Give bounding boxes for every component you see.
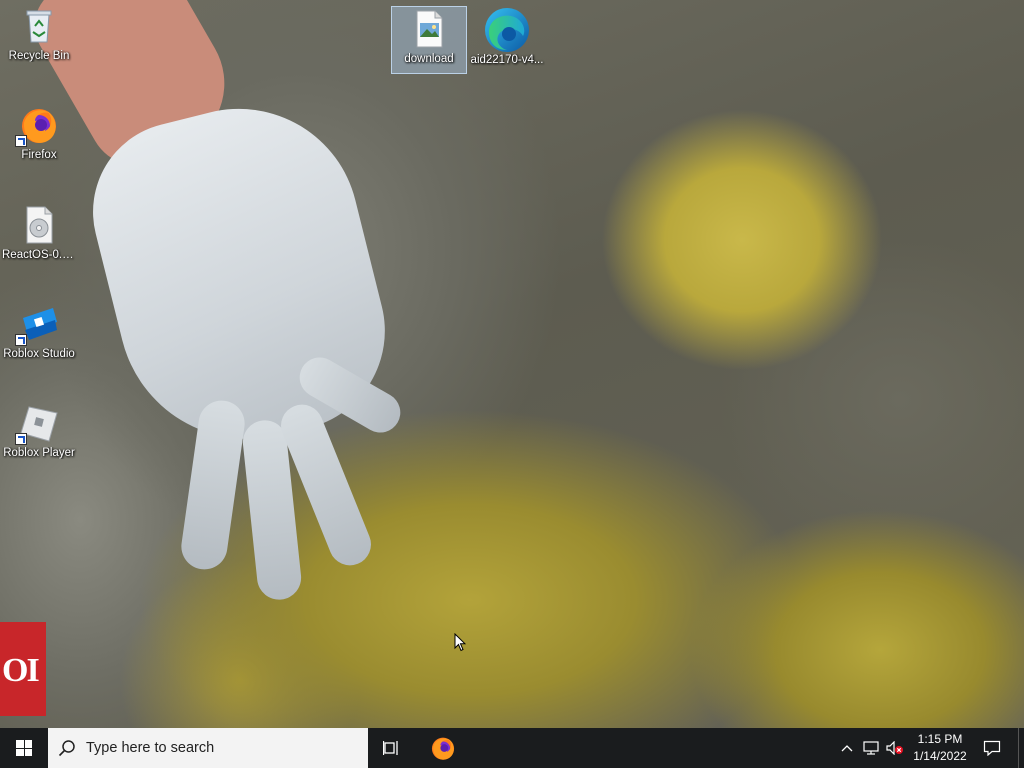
network-tray-button[interactable] bbox=[860, 728, 882, 768]
image-file-icon bbox=[409, 9, 449, 49]
disc-image-icon bbox=[19, 205, 59, 245]
search-input[interactable] bbox=[86, 740, 356, 756]
desktop-icon-label: aid22170-v4... bbox=[470, 54, 544, 66]
taskbar-clock[interactable]: 1:15 PM 1/14/2022 bbox=[908, 731, 972, 765]
shortcut-arrow-icon bbox=[15, 135, 27, 147]
desktop-icon-edge-file[interactable]: aid22170-v4... bbox=[469, 6, 545, 76]
action-center-icon bbox=[983, 740, 1001, 756]
desktop-icon-label: ReactOS-0.4... bbox=[2, 249, 77, 261]
desktop-icon-roblox-player[interactable]: Roblox Player bbox=[1, 403, 77, 473]
desktop-icon-download[interactable]: download bbox=[391, 6, 467, 74]
desktop-icon-recycle-bin[interactable]: Recycle Bin bbox=[1, 6, 77, 76]
clock-date: 1/14/2022 bbox=[913, 749, 967, 763]
show-desktop-button[interactable] bbox=[1018, 728, 1024, 768]
desktop-icon-label: Recycle Bin bbox=[8, 50, 70, 62]
desktop-icon-label: download bbox=[404, 53, 454, 65]
mouse-cursor-icon bbox=[454, 632, 467, 657]
desktop-icon-firefox[interactable]: Firefox bbox=[1, 105, 77, 175]
taskbar-firefox-button[interactable] bbox=[419, 728, 467, 768]
desktop-icon-label: Roblox Player bbox=[3, 447, 75, 459]
roblox-studio-icon bbox=[15, 304, 59, 346]
show-hidden-icons-button[interactable] bbox=[836, 728, 858, 768]
taskbar-search-box[interactable] bbox=[48, 728, 368, 768]
desktop-wallpaper[interactable]: OI bbox=[0, 0, 1024, 728]
wallpaper-badge-text: OI bbox=[2, 652, 40, 689]
task-view-button[interactable] bbox=[368, 728, 416, 768]
desktop-icon-reactos-iso[interactable]: ReactOS-0.4... bbox=[1, 205, 77, 275]
recycle-bin-icon bbox=[19, 6, 59, 46]
desktop-icon-label: Firefox bbox=[21, 149, 57, 161]
start-button[interactable] bbox=[0, 728, 48, 768]
firefox-icon bbox=[15, 105, 59, 147]
taskbar: 1:15 PM 1/14/2022 bbox=[0, 728, 1024, 768]
search-icon bbox=[48, 739, 86, 757]
firefox-icon bbox=[431, 737, 455, 760]
desktop-icon-label: Roblox Studio bbox=[3, 348, 75, 360]
volume-muted-icon bbox=[886, 741, 903, 755]
shortcut-arrow-icon bbox=[15, 334, 27, 346]
roblox-player-icon bbox=[15, 403, 59, 445]
shortcut-arrow-icon bbox=[15, 433, 27, 445]
wallpaper-red-badge: OI bbox=[0, 622, 46, 716]
task-view-icon bbox=[383, 741, 398, 755]
edge-icon bbox=[483, 6, 531, 54]
action-center-button[interactable] bbox=[976, 728, 1008, 768]
desktop-icon-roblox-studio[interactable]: Roblox Studio bbox=[1, 304, 77, 374]
volume-tray-button[interactable] bbox=[884, 728, 906, 768]
network-icon bbox=[863, 741, 879, 755]
chevron-up-icon bbox=[841, 745, 853, 752]
clock-time: 1:15 PM bbox=[917, 732, 963, 746]
windows-logo-icon bbox=[16, 740, 32, 756]
